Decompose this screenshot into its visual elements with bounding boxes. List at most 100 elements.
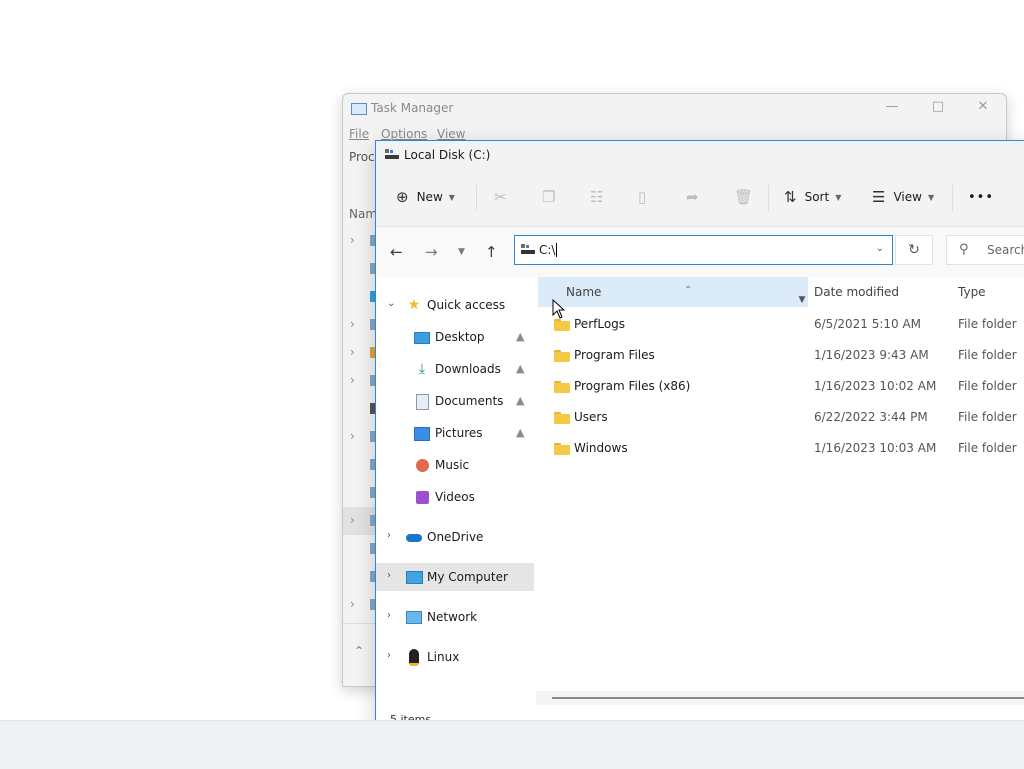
share-icon: ➦ [686, 188, 699, 206]
tm-menu-view[interactable]: View [437, 127, 465, 141]
chevron-right-icon[interactable]: › [350, 513, 355, 527]
nav-pictures[interactable]: Pictures ▲ [376, 419, 534, 447]
sort-icon: ⇅ [784, 188, 797, 206]
list-item[interactable]: Users 6/22/2022 3:44 PM File folder [536, 404, 1024, 432]
title-bar[interactable]: Local Disk (C:) [376, 141, 1024, 171]
task-manager-icon [351, 103, 367, 115]
nav-music[interactable]: Music [376, 451, 534, 479]
linux-icon [406, 649, 422, 666]
maximize-icon[interactable]: □ [930, 99, 946, 115]
table-row[interactable] [343, 283, 377, 311]
nav-network[interactable]: › Network [376, 603, 534, 631]
address-input[interactable]: C:\ [539, 243, 558, 257]
chevron-right-icon[interactable]: › [387, 650, 391, 661]
list-item[interactable]: Program Files 1/16/2023 9:43 AM File fol… [536, 342, 1024, 370]
table-row[interactable] [343, 563, 377, 591]
address-bar[interactable]: C:\ ⌄ [514, 235, 893, 265]
chevron-up-icon[interactable]: ⌃ [354, 644, 364, 658]
more-options-button[interactable]: ••• [968, 183, 994, 211]
table-row[interactable] [343, 451, 377, 479]
nav-linux-label: Linux [427, 650, 460, 664]
nav-linux[interactable]: › Linux [376, 643, 534, 671]
table-row[interactable] [343, 479, 377, 507]
chevron-right-icon[interactable]: › [350, 345, 355, 359]
view-button-label: View [893, 190, 922, 204]
chevron-right-icon[interactable]: › [350, 317, 355, 331]
search-input[interactable]: Search [987, 243, 1024, 257]
pin-icon[interactable]: ▲ [516, 426, 524, 439]
recent-locations-chevron-icon[interactable]: ▼ [458, 247, 465, 257]
network-icon [406, 609, 422, 625]
sort-button[interactable]: ⇅ Sort ▼ [784, 183, 841, 211]
up-arrow-icon[interactable]: ↑ [485, 243, 498, 261]
nav-onedrive[interactable]: › OneDrive [376, 523, 534, 551]
tm-menu-file[interactable]: File [349, 127, 369, 141]
divider [768, 185, 769, 211]
chevron-right-icon[interactable]: › [350, 373, 355, 387]
chevron-right-icon[interactable]: › [350, 233, 355, 247]
folder-icon [554, 443, 570, 455]
nav-videos[interactable]: Videos [376, 483, 534, 511]
delete-button[interactable]: 🗑 [734, 183, 753, 211]
table-row[interactable]: › [343, 311, 377, 339]
close-icon[interactable]: ✕ [975, 99, 991, 115]
minimize-icon[interactable]: — [884, 99, 900, 115]
table-row[interactable]: › [343, 507, 377, 535]
chevron-right-icon[interactable]: › [350, 597, 355, 611]
new-button[interactable]: ⊕ New ▼ [396, 183, 455, 211]
tm-column-name[interactable]: Nam [349, 207, 377, 221]
pin-icon[interactable]: ▲ [516, 362, 524, 375]
nav-videos-label: Videos [435, 490, 475, 504]
chevron-right-icon[interactable]: › [387, 530, 391, 541]
column-header-name[interactable]: Name ⌃ ▼ [538, 277, 808, 307]
file-list: Name ⌃ ▼ Date modified Type PerfLogs 6/5… [536, 277, 1024, 731]
chevron-right-icon[interactable]: › [387, 610, 391, 621]
file-explorer-window[interactable]: Local Disk (C:) ⊕ New ▼ ✂ ❐ ☷ ▯ ➦ 🗑 ⇅ So… [375, 140, 1024, 732]
nav-my-computer[interactable]: › My Computer [376, 563, 534, 591]
table-row[interactable]: › [343, 339, 377, 367]
chevron-down-icon: ▼ [448, 192, 455, 202]
tm-menu-options[interactable]: Options [381, 127, 427, 141]
table-row[interactable] [343, 535, 377, 563]
column-header-date[interactable]: Date modified [814, 277, 954, 307]
chevron-right-icon[interactable]: › [350, 429, 355, 443]
scrollbar-thumb[interactable] [552, 697, 1024, 699]
view-button[interactable]: ☰ View ▼ [872, 183, 934, 211]
command-bar: ⊕ New ▼ ✂ ❐ ☷ ▯ ➦ 🗑 ⇅ Sort ▼ ☰ View ▼ ••… [376, 171, 1024, 227]
table-row[interactable] [343, 255, 377, 283]
pin-icon[interactable]: ▲ [516, 394, 524, 407]
column-header-type[interactable]: Type [958, 277, 1024, 307]
new-button-label: New [416, 190, 443, 204]
list-item[interactable]: PerfLogs 6/5/2021 5:10 AM File folder [536, 311, 1024, 339]
chevron-down-icon[interactable]: ⌄ [387, 298, 395, 309]
copy-button[interactable]: ❐ [542, 183, 555, 211]
forward-arrow-icon[interactable]: → [425, 243, 438, 261]
paste-button[interactable]: ☷ [590, 183, 603, 211]
refresh-button[interactable]: ↻ [895, 235, 933, 265]
table-row[interactable]: › [343, 367, 377, 395]
pin-icon[interactable]: ▲ [516, 330, 524, 343]
table-row[interactable]: › [343, 591, 377, 619]
star-icon: ★ [407, 297, 421, 313]
rename-button[interactable]: ▯ [638, 183, 646, 211]
back-arrow-icon[interactable]: ← [390, 243, 403, 261]
nav-downloads[interactable]: ⤓ Downloads ▲ [376, 355, 534, 383]
chevron-right-icon[interactable]: › [387, 570, 391, 581]
share-button[interactable]: ➦ [686, 183, 699, 211]
list-item[interactable]: Windows 1/16/2023 10:03 AM File folder [536, 435, 1024, 463]
nav-quick-access[interactable]: ⌄ ★ Quick access [376, 291, 534, 319]
nav-documents[interactable]: Documents ▲ [376, 387, 534, 415]
table-row[interactable]: › [343, 227, 377, 255]
table-row[interactable]: › [343, 423, 377, 451]
table-row[interactable] [343, 395, 377, 423]
chevron-down-icon[interactable]: ⌄ [876, 243, 884, 254]
list-item[interactable]: Program Files (x86) 1/16/2023 10:02 AM F… [536, 373, 1024, 401]
nav-desktop[interactable]: Desktop ▲ [376, 323, 534, 351]
file-date: 1/16/2023 9:43 AM [814, 348, 929, 362]
search-box[interactable]: ⚲ Search [946, 235, 1024, 265]
plus-circle-icon: ⊕ [396, 188, 409, 206]
cut-icon: ✂ [494, 188, 507, 206]
cut-button[interactable]: ✂ [494, 183, 507, 211]
file-type: File folder [958, 410, 1017, 424]
tm-tab-processes[interactable]: Proc [349, 150, 375, 164]
